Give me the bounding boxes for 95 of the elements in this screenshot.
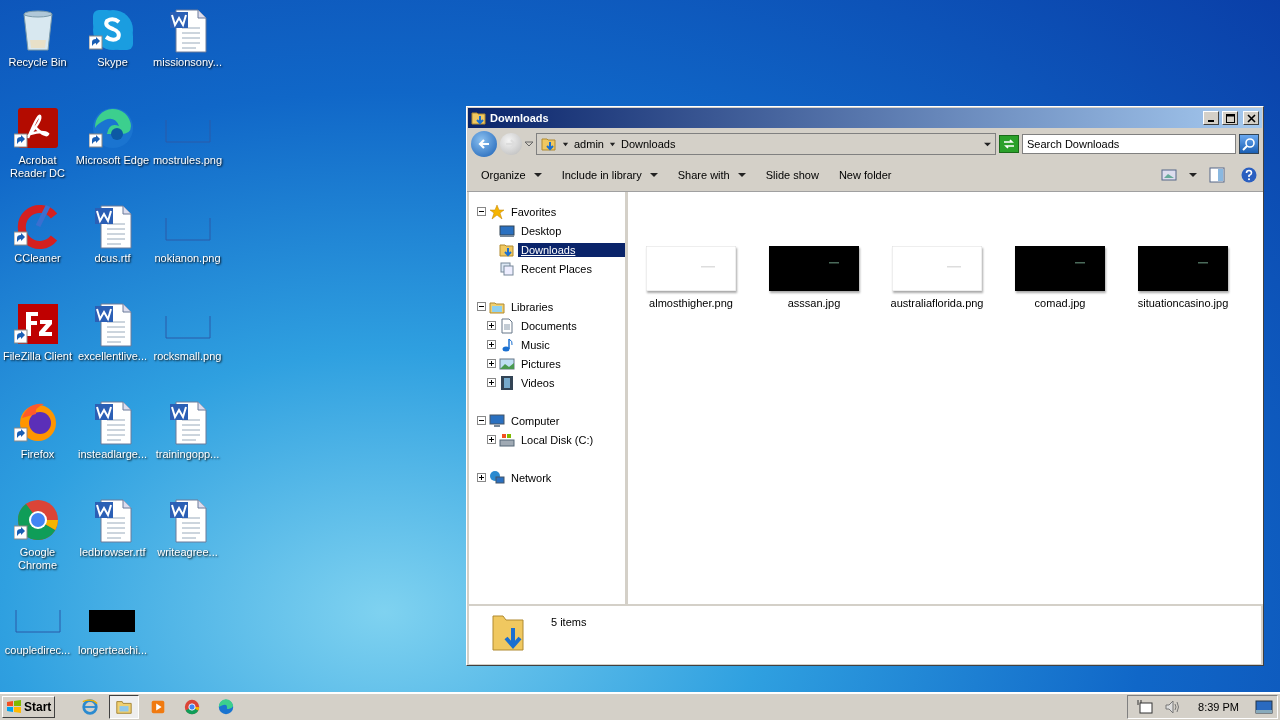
toolbar-button[interactable]: Organize bbox=[473, 165, 550, 185]
file-name[interactable]: almosthigher.png bbox=[649, 297, 733, 309]
file-name[interactable]: asssan.jpg bbox=[787, 297, 841, 309]
file-name[interactable]: situationcasino.jpg bbox=[1137, 297, 1229, 309]
taskbar-app-button[interactable] bbox=[109, 695, 140, 719]
caret-icon[interactable] bbox=[1189, 171, 1197, 179]
back-arrow-icon bbox=[477, 137, 491, 151]
network-icon[interactable] bbox=[1136, 699, 1155, 715]
nav-item[interactable]: Libraries bbox=[508, 299, 557, 314]
expand-icon[interactable] bbox=[487, 359, 496, 368]
desktop-icon bbox=[499, 222, 515, 239]
show-desktop-icon[interactable] bbox=[1255, 699, 1273, 715]
computer-icon bbox=[489, 412, 505, 429]
file-name[interactable]: comad.jpg bbox=[1034, 297, 1086, 309]
breadcrumb[interactable]: Downloads bbox=[620, 138, 676, 150]
browser-icon bbox=[217, 698, 236, 716]
pictures-icon bbox=[499, 355, 515, 372]
caret-icon[interactable] bbox=[608, 140, 616, 148]
nav-item[interactable]: Music bbox=[518, 337, 553, 352]
desktop-icon-label[interactable]: mostrules.png bbox=[152, 154, 223, 167]
desktop-icon-label[interactable]: missionsony... bbox=[153, 56, 222, 69]
nav-item[interactable]: Recent Places bbox=[518, 261, 595, 276]
nav-item[interactable]: Network bbox=[508, 470, 555, 485]
desktop-icon-label[interactable]: Acrobat Reader DC bbox=[0, 154, 75, 180]
browser-icon bbox=[81, 698, 100, 716]
disk-icon bbox=[499, 431, 515, 448]
caret-icon[interactable] bbox=[562, 140, 569, 148]
browser-icon bbox=[183, 698, 202, 716]
nav-item[interactable]: Videos bbox=[518, 375, 558, 390]
clock[interactable]: 8:39 PM bbox=[1198, 701, 1239, 713]
back-button[interactable] bbox=[471, 131, 497, 157]
windows-logo-icon bbox=[6, 699, 22, 715]
search-field[interactable]: Search Downloads bbox=[1022, 134, 1236, 154]
nav-item[interactable]: Pictures bbox=[518, 356, 564, 371]
nav-item[interactable]: Favorites bbox=[508, 204, 560, 219]
nav-item[interactable]: Computer bbox=[508, 413, 563, 428]
desktop-icon-label[interactable]: Skype bbox=[97, 56, 128, 69]
address-bar[interactable]: admin Downloads bbox=[536, 133, 996, 155]
nav-item[interactable]: Downloads bbox=[518, 242, 625, 257]
nav-item[interactable]: Desktop bbox=[518, 223, 565, 238]
minimize-button[interactable] bbox=[1203, 111, 1219, 125]
caret-icon bbox=[649, 171, 658, 179]
toolbar-button[interactable]: Slide show bbox=[757, 165, 827, 185]
refresh-icon bbox=[1002, 138, 1016, 150]
image-thumbnail[interactable] bbox=[1015, 246, 1105, 291]
desktop-icon-label[interactable]: dcus.rtf bbox=[94, 252, 131, 265]
documents-icon bbox=[499, 317, 515, 334]
minimize-icon bbox=[1208, 120, 1214, 122]
caret-icon bbox=[533, 171, 542, 179]
image-thumbnail[interactable] bbox=[769, 246, 859, 291]
expand-icon[interactable] bbox=[487, 378, 496, 387]
collapse-icon[interactable] bbox=[477, 302, 486, 311]
desktop-icon-label[interactable]: nokianon.png bbox=[154, 252, 221, 265]
start-button[interactable]: Start bbox=[2, 696, 56, 718]
close-icon bbox=[1246, 113, 1256, 123]
collapse-icon[interactable] bbox=[477, 207, 486, 216]
desktop-icon-label[interactable]: Recycle Bin bbox=[8, 56, 67, 69]
preview-pane-icon[interactable] bbox=[1209, 167, 1225, 183]
image-thumbnail[interactable] bbox=[646, 246, 736, 291]
network-icon bbox=[489, 469, 505, 486]
desktop-icon-label[interactable]: FileZilla Client bbox=[2, 350, 73, 363]
search-icon bbox=[1242, 137, 1256, 151]
toolbar-button[interactable]: Include in library bbox=[553, 165, 666, 185]
videos-icon bbox=[499, 374, 515, 391]
toolbar-button[interactable]: Share with bbox=[669, 165, 754, 185]
nav-item[interactable]: Documents bbox=[518, 318, 580, 333]
star-icon bbox=[489, 203, 505, 220]
breadcrumb[interactable]: admin bbox=[574, 138, 604, 150]
close-button[interactable] bbox=[1243, 111, 1259, 125]
expand-icon[interactable] bbox=[477, 473, 486, 482]
image-thumbnail[interactable] bbox=[892, 246, 982, 291]
toolbar-button[interactable]: New folder bbox=[830, 165, 900, 185]
caret-icon[interactable] bbox=[984, 140, 991, 148]
nav-item[interactable]: Local Disk (C:) bbox=[518, 432, 597, 447]
window-title: Downloads bbox=[490, 112, 550, 124]
refresh-button[interactable] bbox=[999, 135, 1019, 153]
expand-icon[interactable] bbox=[487, 340, 496, 349]
search-button[interactable] bbox=[1239, 134, 1259, 154]
folder-icon bbox=[471, 110, 487, 126]
expand-icon[interactable] bbox=[487, 435, 496, 444]
expand-icon[interactable] bbox=[487, 321, 496, 330]
folder-icon bbox=[541, 136, 557, 152]
maximize-button[interactable] bbox=[1222, 111, 1238, 125]
image-thumbnail[interactable] bbox=[1138, 246, 1228, 291]
downloads-icon bbox=[499, 241, 515, 258]
maximize-icon bbox=[1225, 113, 1235, 123]
help-icon[interactable] bbox=[1241, 167, 1257, 183]
desktop-icon-label[interactable]: Microsoft Edge bbox=[75, 154, 150, 167]
collapse-icon[interactable] bbox=[477, 416, 486, 425]
item-count: 5 items bbox=[551, 616, 587, 628]
desktop-icon-label[interactable]: CCleaner bbox=[14, 252, 61, 265]
caret-icon bbox=[737, 171, 746, 179]
file-name[interactable]: australiaflorida.png bbox=[890, 297, 984, 309]
recent-icon bbox=[499, 260, 515, 277]
folder-icon bbox=[115, 698, 134, 716]
